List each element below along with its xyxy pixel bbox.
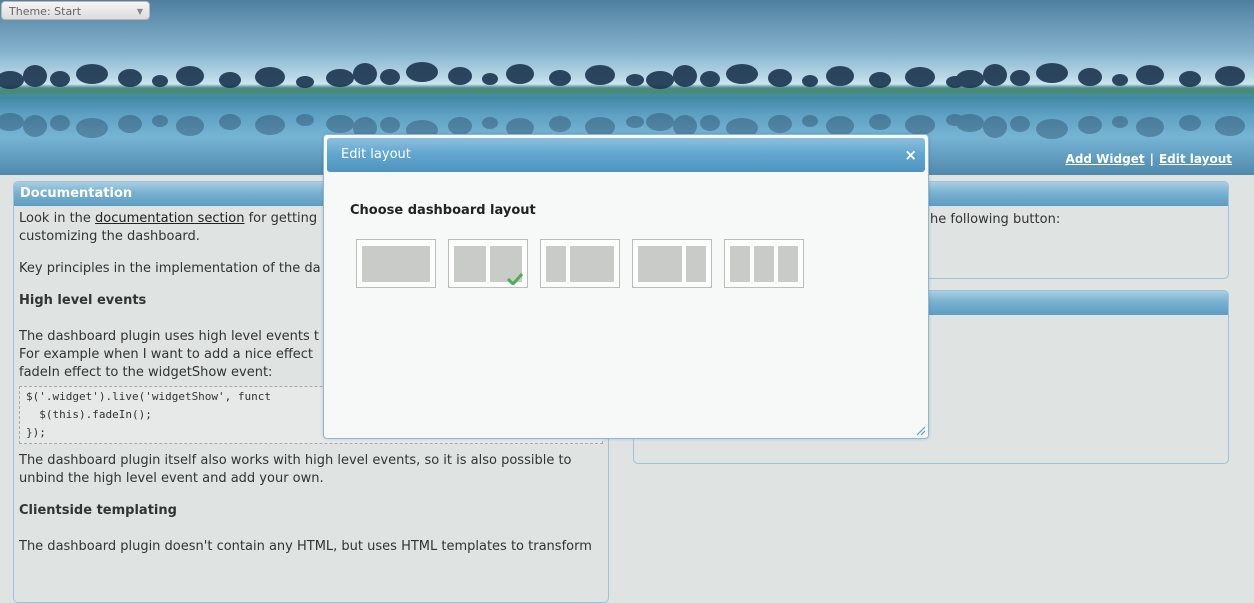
layout-option-two-columns-narrow-wide[interactable] [540, 239, 620, 288]
layout-option-three-columns[interactable] [724, 239, 804, 288]
theme-select[interactable]: Theme: Start ▼ [1, 1, 150, 20]
documentation-section-link[interactable]: documentation section [95, 211, 244, 226]
header-actions: Add Widget | Edit layout [1066, 152, 1232, 166]
layout-column [778, 246, 798, 282]
after-code-paragraph: The dashboard plugin itself also works w… [19, 452, 603, 488]
intro-text-line2: customizing the dashboard. [19, 229, 200, 244]
dialog-titlebar[interactable]: Edit layout × [327, 138, 925, 172]
layout-column [754, 246, 774, 282]
dialog-title: Edit layout [341, 147, 411, 162]
clientside-templating-heading: Clientside templating [19, 503, 177, 518]
close-icon[interactable]: × [904, 138, 917, 172]
intro-text-end: for getting [244, 211, 318, 226]
widget-title: Documentation [20, 186, 133, 201]
events-line-2: For example when I want to add a nice ef… [19, 347, 314, 362]
layout-column [546, 246, 566, 282]
layout-column [730, 246, 750, 282]
layout-column [454, 246, 486, 282]
templating-paragraph: The dashboard plugin doesn't contain any… [19, 539, 592, 554]
header-link-separator: | [1149, 152, 1154, 166]
layout-column [362, 246, 430, 282]
layout-column [570, 246, 614, 282]
dialog-prompt: Choose dashboard layout [350, 203, 536, 218]
code-line-1: $('.widget').live('widgetShow', funct [26, 390, 272, 403]
resize-handle-icon[interactable] [914, 424, 926, 436]
layout-column [638, 246, 682, 282]
chevron-down-icon: ▼ [136, 7, 143, 16]
checkmark-icon [507, 273, 523, 285]
layout-option-single-column[interactable] [356, 239, 436, 288]
intro-text: Look in the [19, 211, 96, 226]
theme-select-label: Theme: Start [9, 5, 82, 18]
layout-option-two-columns-wide-narrow[interactable] [632, 239, 712, 288]
edit-layout-link[interactable]: Edit layout [1159, 152, 1232, 166]
events-line-1: The dashboard plugin uses high level eve… [19, 329, 320, 344]
layout-option-two-columns-equal[interactable] [448, 239, 528, 288]
right-widget-top-text: he following button: [930, 212, 1061, 227]
after-code-line-2: unbind the high level event and add your… [19, 471, 324, 486]
after-code-line-1: The dashboard plugin itself also works w… [19, 453, 572, 468]
edit-layout-dialog: Edit layout × Choose dashboard layout [323, 134, 929, 439]
layout-column [686, 246, 706, 282]
add-widget-link[interactable]: Add Widget [1066, 152, 1145, 166]
code-line-2: $(this).fadeIn(); [26, 408, 152, 421]
events-line-3: fadeIn effect to the widgetShow event: [19, 365, 273, 380]
code-line-3: }); [26, 426, 46, 439]
